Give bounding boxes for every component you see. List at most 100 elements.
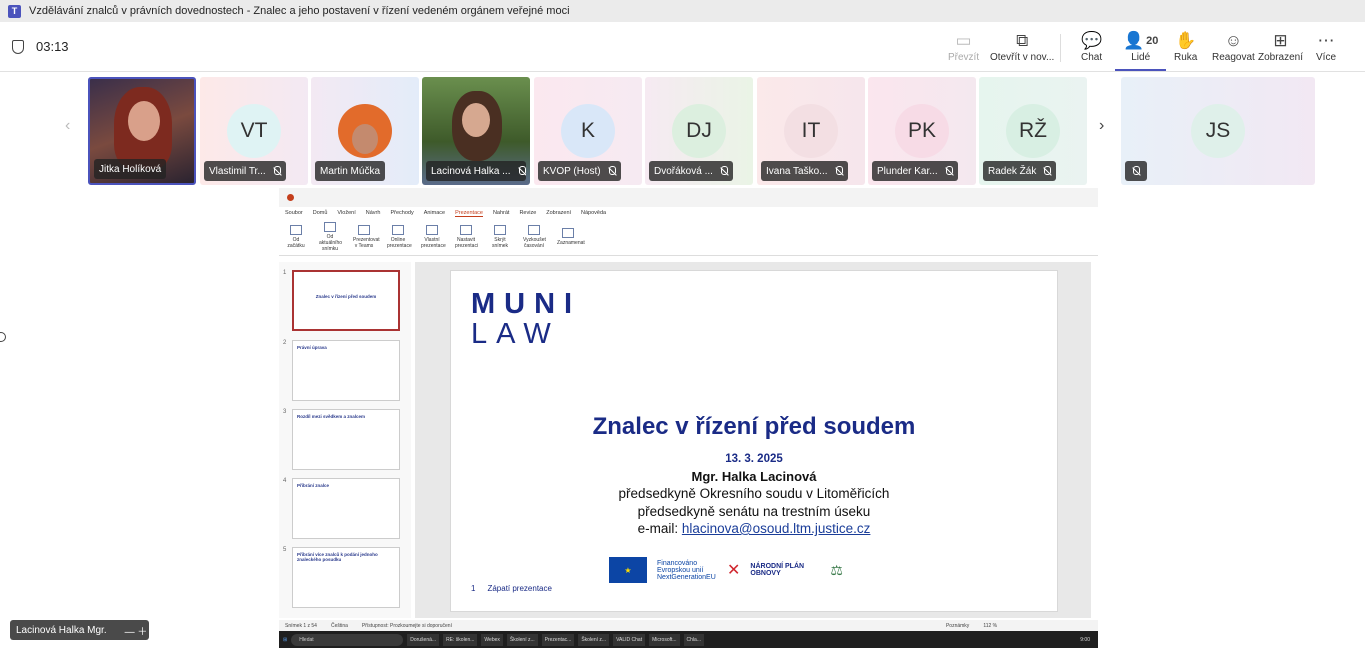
participant-name: Lacinová Halka ... bbox=[426, 161, 526, 181]
people-button[interactable]: 👤 20 Lidé bbox=[1114, 30, 1167, 71]
ribbon-button[interactable]: Zaznamenat bbox=[557, 228, 585, 246]
ppt-menubar: Soubor Domů Vložení Návrh Přechody Anima… bbox=[279, 207, 1098, 219]
chevron-right-icon[interactable]: › bbox=[1099, 117, 1104, 135]
avatar: IT bbox=[784, 104, 838, 158]
menu-item[interactable]: Soubor bbox=[285, 210, 303, 216]
ribbon-button[interactable]: Od aktuálního snímku bbox=[319, 222, 342, 252]
mic-muted-icon bbox=[517, 165, 525, 177]
slide-thumbnail[interactable]: Právní úprava bbox=[292, 340, 400, 401]
slide-speaker: Mgr. Halka Lacinová bbox=[691, 469, 817, 484]
menu-item[interactable]: Revize bbox=[519, 210, 536, 216]
slide-role-1: předsedkyně Okresního soudu v Litoměřicí… bbox=[618, 486, 890, 501]
funding-logos: ★ Financováno Evropskou unií NextGenerat… bbox=[609, 555, 879, 585]
avatar: RŽ bbox=[1006, 104, 1060, 158]
meeting-toolbar: 03:13 ▭ Převzít ⧉ Otevřít v nov... 💬 Chat 👤… bbox=[0, 22, 1365, 72]
participant-tile[interactable]: PK Plunder Kar... bbox=[868, 77, 976, 185]
slide-email: e-mail: hlacinova@osoud.ltm.justice.cz bbox=[637, 521, 871, 536]
menu-item[interactable]: Zobrazení bbox=[546, 210, 571, 216]
avatar: K bbox=[561, 104, 615, 158]
ministry-logo-icon: ⚖ bbox=[830, 561, 843, 578]
smile-icon: ☺ bbox=[1224, 31, 1243, 50]
menu-item[interactable]: Přechody bbox=[390, 210, 413, 216]
open-new-window-button[interactable]: ⧉ Otevřít v nov... bbox=[990, 30, 1054, 70]
raise-hand-button[interactable]: ✋ Ruka bbox=[1174, 30, 1197, 70]
menu-item-active[interactable]: Prezentace bbox=[455, 210, 483, 217]
ribbon-button[interactable]: Prezentovat v Teams bbox=[353, 225, 380, 249]
menu-item[interactable]: Nahrát bbox=[493, 210, 510, 216]
mic-muted-icon bbox=[1131, 165, 1140, 177]
grid-icon: ⊞ bbox=[1273, 31, 1288, 50]
participant-name: Vlastimil Tr... bbox=[204, 161, 286, 181]
menu-item[interactable]: Animace bbox=[424, 210, 445, 216]
more-button[interactable]: ⋯ Více bbox=[1316, 30, 1336, 70]
avatar: DJ bbox=[672, 104, 726, 158]
participant-name: Dvořáková ... bbox=[649, 161, 733, 181]
participant-tile[interactable]: JS bbox=[1121, 77, 1315, 185]
plus-icon[interactable]: — ＋ bbox=[125, 623, 148, 638]
participant-tile[interactable]: VT Vlastimil Tr... bbox=[200, 77, 308, 185]
self-view[interactable]: Lacinová Halka Mgr. — ＋ bbox=[10, 620, 149, 640]
participant-tile[interactable]: Lacinová Halka ... bbox=[422, 77, 530, 185]
shield-icon bbox=[12, 39, 24, 54]
participant-tile[interactable]: Martin Múčka bbox=[311, 77, 419, 185]
taskbar-search[interactable]: Hledat bbox=[291, 633, 404, 646]
npo-icon: ✕ bbox=[727, 562, 741, 579]
taskbar-item[interactable]: Školení z... bbox=[578, 633, 610, 646]
window-titlebar: T Vzdělávání znalců v právních dovednost… bbox=[0, 0, 1365, 22]
slide-thumbnail[interactable]: Rozdíl mezi svědkem a znalcem bbox=[292, 409, 400, 470]
ribbon-button[interactable]: Skrýt snímek bbox=[489, 225, 511, 249]
mic-muted-icon bbox=[834, 165, 843, 177]
ribbon-button[interactable]: Online prezentace bbox=[387, 225, 412, 249]
mic-muted-icon bbox=[607, 165, 616, 177]
participant-tile[interactable]: Jitka Holíková bbox=[88, 77, 196, 185]
taskbar-item[interactable]: Webex bbox=[481, 633, 503, 646]
more-icon: ⋯ bbox=[1317, 31, 1335, 50]
menu-item[interactable]: Domů bbox=[313, 210, 328, 216]
participant-tile[interactable]: IT Ivana Taško... bbox=[757, 77, 865, 185]
ribbon-button[interactable]: Nastavit prezentaci bbox=[455, 225, 478, 249]
taskbar-item[interactable]: VALID Chat bbox=[613, 633, 646, 646]
taskbar-item[interactable]: RE: školen... bbox=[443, 633, 478, 646]
participant-name: KVOP (Host) bbox=[538, 161, 621, 181]
ribbon-button[interactable]: Od začátku bbox=[285, 225, 307, 249]
slide-title: Znalec v řízení před soudem bbox=[592, 413, 916, 440]
taskbar-item[interactable]: Prezentac... bbox=[541, 633, 575, 646]
participant-name: Plunder Kar... bbox=[872, 161, 958, 181]
participant-name: Radek Žák bbox=[983, 161, 1057, 181]
windows-start-icon[interactable]: ⊞ bbox=[283, 637, 287, 643]
slide-thumbnail[interactable]: Přibrání znalce bbox=[292, 478, 400, 539]
take-control-button[interactable]: ▭ Převzít bbox=[948, 30, 979, 70]
menu-item[interactable]: Návrh bbox=[366, 210, 381, 216]
taskbar-item[interactable]: Školení z... bbox=[506, 633, 538, 646]
chevron-left-icon[interactable]: ‹ bbox=[65, 117, 70, 135]
taskbar-item[interactable]: Microsoft... bbox=[649, 633, 680, 646]
slide: MUNI LAW Znalec v řízení před soudem 13.… bbox=[450, 270, 1058, 612]
taskbar-item[interactable]: Chla... bbox=[683, 633, 704, 646]
ribbon-button[interactable]: Vlastní prezentace bbox=[421, 225, 446, 249]
menu-item[interactable]: Nápověda bbox=[581, 210, 606, 216]
avatar bbox=[338, 104, 392, 158]
view-button[interactable]: ⊞ Zobrazení bbox=[1258, 30, 1303, 70]
people-icon: 👤 20 bbox=[1123, 31, 1159, 50]
hand-icon: ✋ bbox=[1175, 31, 1197, 50]
windows-taskbar: ⊞ Hledat Dorušená... RE: školen... Webex… bbox=[279, 631, 1098, 648]
toolbar-divider bbox=[1060, 34, 1061, 62]
slide-thumbnail[interactable]: Znalec v řízení před soudem bbox=[292, 270, 400, 331]
taskbar-item[interactable]: Dorušená... bbox=[407, 633, 440, 646]
people-count: 20 bbox=[1146, 35, 1159, 47]
slide-thumbnail[interactable]: Přibrání více znalců k podání jednoho zn… bbox=[292, 547, 400, 608]
participant-name: Ivana Taško... bbox=[761, 161, 848, 181]
participant-tile[interactable]: DJ Dvořáková ... bbox=[645, 77, 753, 185]
react-button[interactable]: ☺ Reagovat bbox=[1212, 30, 1255, 70]
muni-law-logo: MUNI LAW bbox=[471, 288, 582, 350]
ribbon-button[interactable]: Vyzkoušet časování bbox=[523, 225, 546, 249]
participant-tile[interactable]: RŽ Radek Žák bbox=[979, 77, 1087, 185]
slide-role-2: předsedkyně senátu na trestním úseku bbox=[637, 504, 871, 519]
participant-name bbox=[1125, 161, 1147, 181]
ppt-ribbon: Od začátku Od aktuálního snímku Prezento… bbox=[279, 219, 1098, 256]
side-handle-icon[interactable] bbox=[0, 332, 6, 342]
menu-item[interactable]: Vložení bbox=[337, 210, 355, 216]
participant-tile[interactable]: K KVOP (Host) bbox=[534, 77, 642, 185]
open-window-icon: ⧉ bbox=[1016, 31, 1029, 50]
chat-button[interactable]: 💬 Chat bbox=[1081, 30, 1102, 70]
